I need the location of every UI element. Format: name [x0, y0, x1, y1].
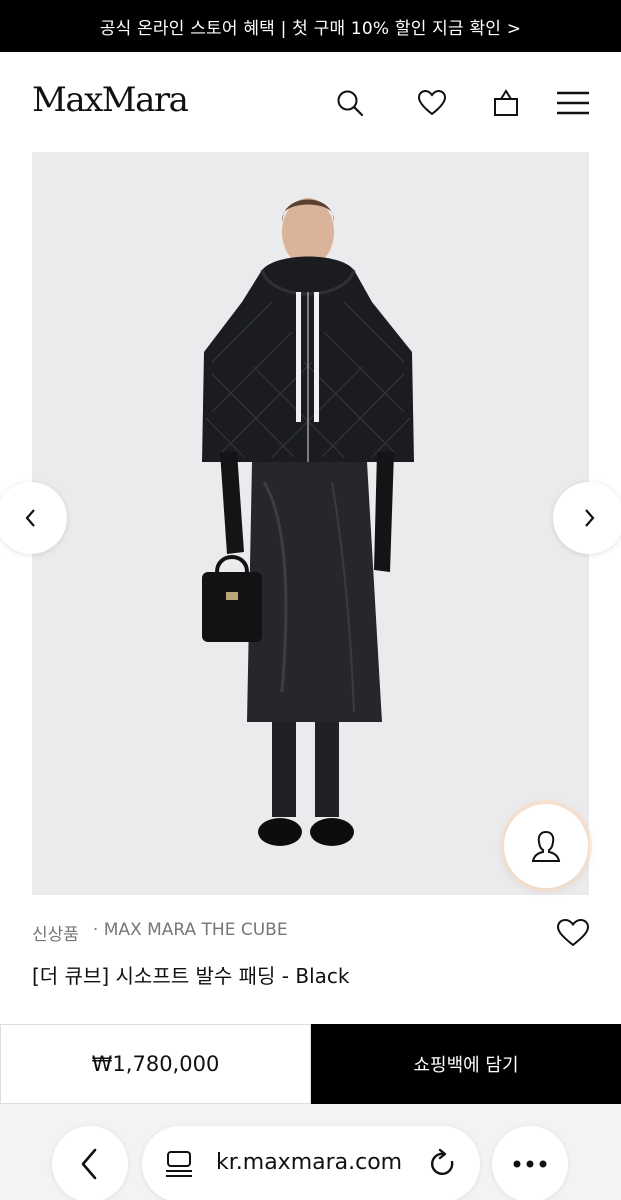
more-options-button[interactable]: [492, 1126, 568, 1200]
more-icon: [513, 1160, 547, 1168]
add-to-bag-label: 쇼핑백에 담기: [413, 1055, 519, 1076]
chevron-left-icon: [25, 509, 35, 527]
chevron-left-icon: [81, 1148, 97, 1180]
search-icon[interactable]: [332, 85, 368, 121]
product-meta: 신상품 · MAX MARA THE CUBE: [32, 920, 288, 945]
next-image-button[interactable]: [553, 482, 621, 554]
person-icon: [531, 830, 561, 862]
price-value: ₩1,780,000: [91, 1052, 220, 1076]
wishlist-button[interactable]: [555, 915, 591, 951]
price-display: ₩1,780,000: [0, 1024, 311, 1104]
browser-toolbar: kr.maxmara.com: [0, 1104, 621, 1200]
shopping-bag-icon[interactable]: [488, 85, 524, 121]
brand-logo[interactable]: MaxMara: [32, 80, 189, 120]
new-badge: 신상품: [32, 925, 79, 945]
tabs-icon: [166, 1151, 192, 1177]
virtual-assistant-button[interactable]: [504, 804, 588, 888]
address-bar[interactable]: kr.maxmara.com: [142, 1126, 480, 1200]
chevron-right-icon: [585, 509, 595, 527]
heart-icon: [556, 918, 590, 947]
collection-label[interactable]: · MAX MARA THE CUBE: [93, 920, 288, 945]
heart-icon[interactable]: [414, 85, 450, 121]
promo-text: 공식 온라인 스토어 혜택 | 첫 구매 10% 할인 지금 확인 >: [99, 18, 522, 39]
add-to-bag-button[interactable]: 쇼핑백에 담기: [311, 1024, 621, 1104]
product-image[interactable]: [32, 152, 589, 895]
url-text: kr.maxmara.com: [216, 1150, 403, 1175]
model-illustration: [202, 198, 414, 846]
product-title: [더 큐브] 시소프트 발수 패딩 - Black: [32, 964, 350, 988]
menu-icon[interactable]: [555, 85, 591, 121]
browser-back-button[interactable]: [52, 1126, 128, 1200]
site-header: MaxMara: [0, 52, 621, 152]
reload-icon[interactable]: [428, 1148, 458, 1180]
promo-banner[interactable]: 공식 온라인 스토어 혜택 | 첫 구매 10% 할인 지금 확인 >: [0, 0, 621, 52]
